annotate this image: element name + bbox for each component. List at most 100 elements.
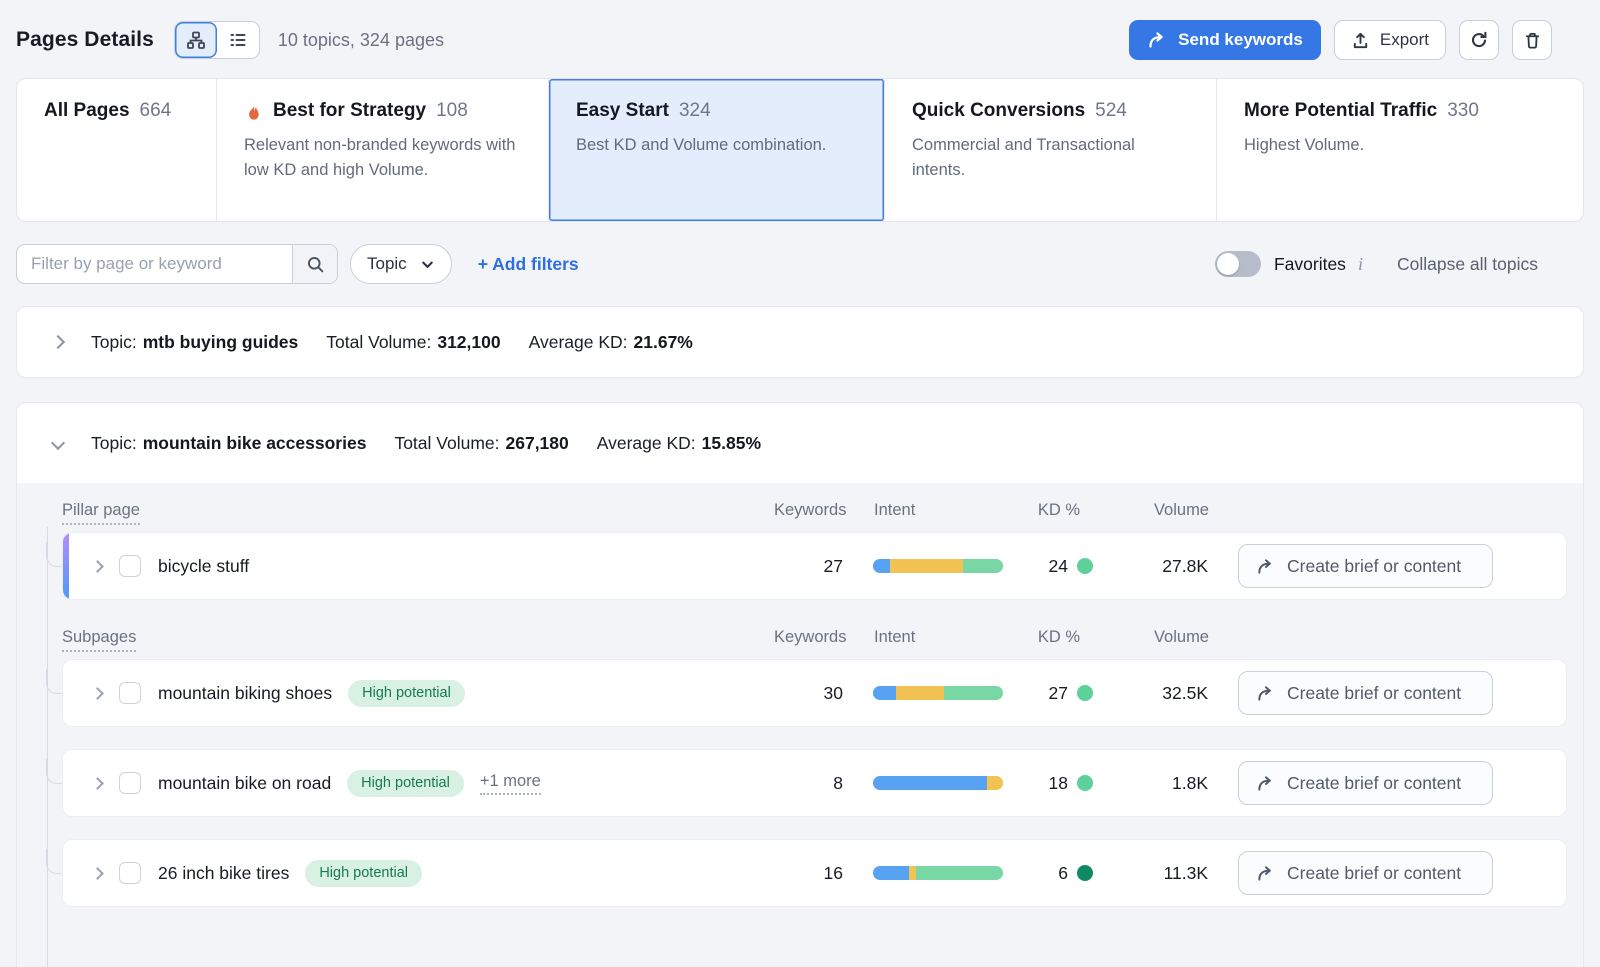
topic-row-mountain-bike-accessories[interactable]: Topic: mountain bike accessories Total V… [17,403,1583,483]
tab-label: Quick Conversions [912,100,1085,123]
info-icon[interactable]: i [1358,254,1363,275]
row-checkbox[interactable] [119,772,141,794]
topic-card-mountain-bike-accessories: Topic: mountain bike accessories Total V… [16,402,1584,967]
intent-column-header: Intent [874,628,1004,647]
volume-column-header: Volume [1094,628,1209,647]
create-brief-button[interactable]: Create brief or content [1238,544,1493,588]
pillar-table-header: Pillar page Keywords Intent KD % Volume [62,483,1567,532]
export-label: Export [1380,30,1429,50]
chevron-right-icon[interactable] [91,777,104,790]
list-icon [228,30,248,50]
search-icon [306,255,325,274]
table-row-mountain-bike-on-road[interactable]: mountain bike on road High potential +1 … [62,749,1567,817]
list-view-button[interactable] [217,22,259,58]
table-row-bicycle-stuff[interactable]: bicycle stuff 27 24 27.8K [62,532,1567,600]
volume-value: 27.8K [1093,556,1208,577]
kd-value: 24 [1049,556,1068,577]
pillar-page-column-header: Pillar page [62,501,140,525]
intent-bar [873,776,1003,790]
filter-search-group [16,244,338,284]
row-checkbox[interactable] [119,682,141,704]
tab-count: 330 [1447,100,1479,123]
export-button[interactable]: Export [1334,20,1446,60]
total-volume-value: 267,180 [506,433,569,454]
sitemap-icon [186,30,206,50]
intent-bar [873,866,1003,880]
chevron-down-icon[interactable] [51,436,65,450]
top-bar: Pages Details [0,0,1600,78]
tab-label: Easy Start [576,100,669,123]
tab-count: 664 [140,100,172,123]
tree-view-button[interactable] [175,22,217,58]
add-filters-link[interactable]: + Add filters [478,254,579,275]
refresh-button[interactable] [1459,20,1499,60]
total-volume-value: 312,100 [437,332,500,353]
chevron-right-icon[interactable] [51,335,65,349]
row-checkbox[interactable] [119,862,141,884]
export-icon [1351,31,1370,50]
keywords-count: 8 [773,773,843,794]
create-brief-button[interactable]: Create brief or content [1238,761,1493,805]
high-potential-badge: High potential [348,680,465,707]
toggle-knob [1217,253,1239,275]
kd-value: 27 [1049,683,1068,704]
kd-status-dot [1077,558,1093,574]
keywords-column-header: Keywords [774,628,844,647]
topics-pages-summary: 10 topics, 324 pages [278,30,444,51]
send-keywords-button[interactable]: Send keywords [1129,20,1321,60]
send-arrow-icon [1256,557,1275,576]
create-brief-label: Create brief or content [1287,556,1461,577]
create-brief-button[interactable]: Create brief or content [1238,851,1493,895]
tab-best-for-strategy[interactable]: Best for Strategy 108 Relevant non-brand… [217,79,549,221]
intent-column-header: Intent [874,501,1004,520]
topic-name: mountain bike accessories [143,433,367,454]
tab-easy-start[interactable]: Easy Start 324 Best KD and Volume combin… [549,79,885,221]
create-brief-button[interactable]: Create brief or content [1238,671,1493,715]
volume-value: 1.8K [1093,773,1208,794]
favorites-label: Favorites [1274,254,1346,275]
create-brief-label: Create brief or content [1287,773,1461,794]
pages-details-screen: Pages Details [0,0,1600,967]
row-checkbox[interactable] [119,555,141,577]
chevron-down-icon [420,257,435,272]
topic-row-mtb-buying-guides[interactable]: Topic: mtb buying guides Total Volume: 3… [16,306,1584,378]
create-brief-label: Create brief or content [1287,683,1461,704]
trash-icon [1523,31,1542,50]
tab-quick-conversions[interactable]: Quick Conversions 524 Commercial and Tra… [885,79,1217,221]
total-volume-label: Total Volume: [394,433,499,454]
send-arrow-icon [1256,774,1275,793]
filter-search-input[interactable] [17,245,292,283]
keywords-column-header: Keywords [774,501,844,520]
delete-button[interactable] [1512,20,1552,60]
high-potential-badge: High potential [347,770,464,797]
tab-count: 524 [1095,100,1127,123]
more-badges-link[interactable]: +1 more [480,772,541,795]
page-name: mountain bike on road [158,773,331,794]
topic-prefix: Topic: [91,433,137,454]
top-bar-actions: Send keywords Export [1129,20,1552,60]
chevron-right-icon[interactable] [91,687,104,700]
average-kd-value: 21.67% [634,332,693,353]
favorites-toggle[interactable] [1215,251,1261,277]
volume-value: 11.3K [1093,863,1208,884]
page-name: 26 inch bike tires [158,863,289,884]
subpage-row-wrap: 26 inch bike tires High potential 16 6 1… [62,839,1567,907]
subpage-row-wrap: mountain biking shoes High potential 30 … [62,659,1567,727]
keywords-count: 30 [773,683,843,704]
search-button[interactable] [292,245,337,283]
table-row-26-inch-bike-tires[interactable]: 26 inch bike tires High potential 16 6 1… [62,839,1567,907]
table-row-mountain-biking-shoes[interactable]: mountain biking shoes High potential 30 … [62,659,1567,727]
tab-more-potential-traffic[interactable]: More Potential Traffic 330 Highest Volum… [1217,79,1583,221]
average-kd-label: Average KD: [597,433,696,454]
tab-description: Commercial and Transactional intents. [912,133,1189,184]
volume-column-header: Volume [1094,501,1209,520]
send-keywords-label: Send keywords [1178,30,1303,50]
subpage-row-wrap: mountain bike on road High potential +1 … [62,749,1567,817]
chevron-right-icon[interactable] [91,867,104,880]
topic-filter-dropdown[interactable]: Topic [350,244,452,284]
collapse-all-topics-link[interactable]: Collapse all topics [1397,254,1538,275]
tab-all-pages[interactable]: All Pages 664 [17,79,217,221]
intent-bar [873,686,1003,700]
send-arrow-icon [1256,864,1275,883]
chevron-right-icon[interactable] [91,560,104,573]
